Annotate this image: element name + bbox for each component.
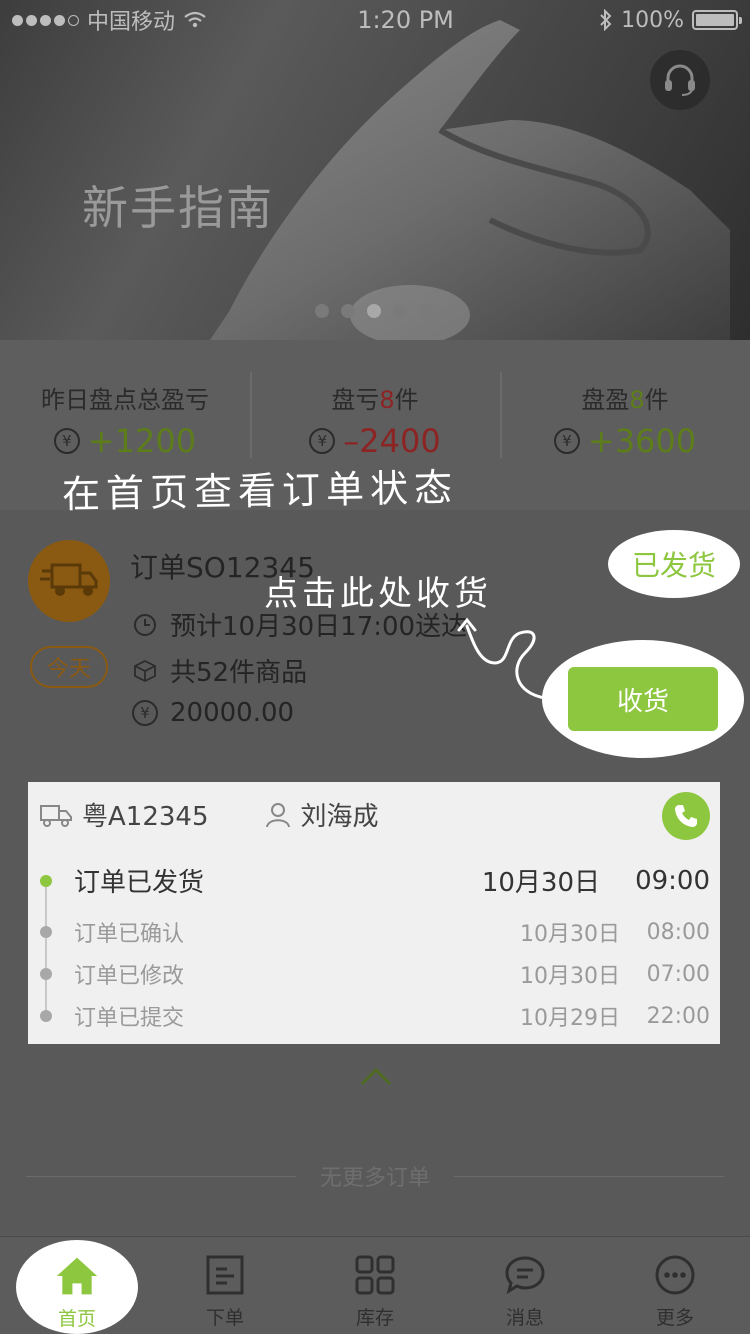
status-bar: 中国移动 1:20 PM 100% [0,0,750,40]
yen-icon: ¥ [309,428,336,454]
timeline-dot-active [40,874,52,887]
battery-percent: 100% [621,7,684,33]
timeline-dot [40,968,52,980]
event-date: 10月30日 [481,868,600,898]
tab-messages[interactable]: 消息 [450,1237,600,1334]
package-icon [132,658,158,684]
wifi-icon [184,11,206,28]
more-icon [653,1253,697,1297]
order-amount: 20000.00 [170,698,295,728]
guide-banner[interactable]: 新手指南 [0,0,750,340]
carrier-name: 中国移动 [87,10,176,35]
event-date: 10月29日 [520,1006,620,1031]
timeline-row: 订单已发货 10月30日 09:00 [40,862,710,899]
driver-name: 刘海成 [300,802,379,832]
tab-label: 消息 [505,1307,544,1329]
pagination-dot[interactable] [341,304,355,318]
order-card[interactable]: 今天 订单SO12345 预计10月30日17:00送达 共52件商品 ¥ 20… [0,510,750,762]
message-icon [503,1253,547,1297]
phone-icon [675,805,697,827]
bluetooth-icon [600,9,612,31]
event-date: 10月30日 [520,964,620,989]
tab-more[interactable]: 更多 [600,1237,750,1334]
event-date: 10月30日 [520,922,620,947]
event-status: 订单已发货 [74,868,205,898]
battery-icon [692,10,742,30]
receive-highlight: 收货 [542,640,744,758]
tab-order[interactable]: 下单 [150,1237,300,1334]
stat-label: 昨日盘点总盈亏 [41,386,209,414]
order-items: 共52件商品 [170,658,308,688]
pagination-dot[interactable] [393,304,407,318]
tab-inventory[interactable]: 库存 [300,1237,450,1334]
banner-title: 新手指南 [82,181,274,235]
clock-icon [132,612,158,638]
timeline-row: 订单已提交 10月29日 22:00 [40,1000,710,1032]
stat-gain[interactable]: 盘盈8件 ¥ +3600 [500,340,750,510]
yen-icon: ¥ [132,700,158,726]
shipped-status-badge: 已发货 [608,530,740,598]
yen-icon: ¥ [53,428,80,454]
event-status: 订单已修改 [74,964,185,989]
delivery-truck-icon [40,563,98,596]
tab-home-highlight[interactable]: 首页 [16,1240,138,1334]
signal-icon [12,14,79,26]
collapse-chevron-up-icon[interactable] [358,1064,394,1088]
truck-badge [28,540,110,622]
customer-service-button[interactable] [650,50,710,110]
timeline-row: 订单已确认 10月30日 08:00 [40,916,710,948]
order-amount-row: ¥ 20000.00 [132,698,294,728]
stat-label: 盘亏8件 [331,386,419,414]
today-badge: 今天 [30,646,108,688]
event-status: 订单已确认 [74,922,185,947]
event-time: 08:00 [646,919,710,945]
tab-label: 库存 [355,1307,394,1329]
truck-icon [40,804,72,827]
tab-label: 更多 [655,1307,694,1329]
stat-value: +1200 [87,422,197,460]
status-time: 1:20 PM [357,6,454,34]
event-time: 09:00 [635,865,710,896]
stat-label: 盘盈8件 [581,386,669,414]
tab-label: 首页 [57,1308,96,1330]
banner-pagination[interactable] [315,304,433,318]
event-time: 07:00 [646,961,710,987]
event-status: 订单已提交 [74,1006,185,1031]
home-icon [55,1254,99,1298]
call-driver-button[interactable] [662,792,710,840]
event-time: 22:00 [646,1003,710,1029]
hint-view-status: 在首页查看订单状态 [61,465,459,517]
yen-icon: ¥ [553,428,580,454]
pagination-dot[interactable] [419,304,433,318]
order-items-row: 共52件商品 [132,652,307,689]
timeline-dot [40,1010,52,1022]
tracking-card[interactable]: 粤A12345 刘海成 订单已发货 10月30日 09:00 订单已确认 10月… [28,782,720,1044]
headset-icon [665,64,695,96]
user-icon [265,802,290,827]
tab-label: 下单 [205,1307,244,1329]
pagination-dot[interactable] [315,304,329,318]
order-form-icon [203,1253,247,1297]
hint-arrow-icon [457,617,547,700]
pagination-dot-active[interactable] [367,304,381,318]
no-more-orders: 无更多订单 [0,1160,750,1192]
timeline-dot [40,926,52,938]
license-plate: 粤A12345 [82,802,209,832]
receive-button[interactable]: 收货 [568,667,718,731]
stat-value: +3600 [587,422,697,460]
timeline-row: 订单已修改 10月30日 07:00 [40,958,710,990]
stat-value: –2400 [343,422,441,460]
inventory-grid-icon [353,1253,397,1297]
